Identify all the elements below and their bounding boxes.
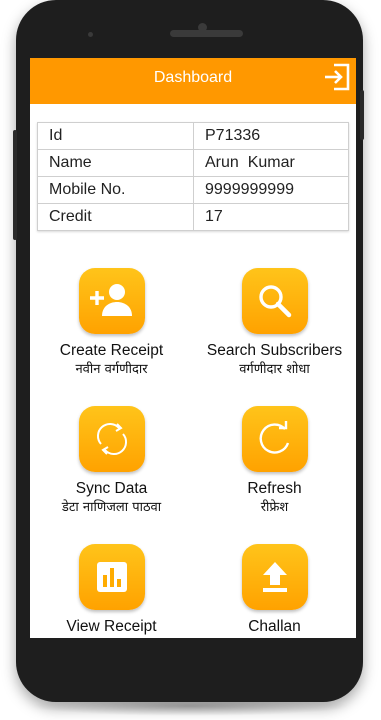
speaker-grille [170,30,243,37]
credit-value: 17 [193,203,349,231]
table-row: Mobile No. 9999999999 [37,176,349,204]
table-row: Name Arun Kumar [37,149,349,177]
challan-label: Challan [248,618,301,635]
app-bar: Dashboard [30,58,356,104]
sync-data-sublabel: डेटा नाणिजला पाठवा [61,500,162,515]
logout-icon[interactable] [322,62,352,92]
challan-tile[interactable] [241,544,308,610]
mobile-value: 9999999999 [193,176,349,204]
create-receipt-button[interactable]: Create Receipt नवीन वर्गणीदार [30,268,193,379]
view-receipt-button[interactable]: View Receipt [30,544,193,636]
bar-chart-icon [96,562,127,592]
id-value: P71336 [193,122,349,150]
mobile-label: Mobile No. [37,176,194,204]
create-receipt-sublabel: नवीन वर्गणीदार [75,362,148,377]
search-subscribers-tile[interactable] [241,268,308,334]
search-subscribers-button[interactable]: Search Subscribers वर्गणीदार शोधा [193,268,356,379]
refresh-button[interactable]: Refresh रीफ्रेश [193,406,356,517]
sensor-dot [88,32,93,37]
refresh-label: Refresh [247,480,302,497]
sync-data-tile[interactable] [78,406,145,472]
view-receipt-label: View Receipt [66,618,157,635]
sync-data-label: Sync Data [75,480,148,497]
name-value: Arun Kumar [193,149,349,177]
side-button-right [360,90,364,140]
refresh-sublabel: रीफ्रेश [260,500,289,515]
refresh-tile[interactable] [241,406,308,472]
refresh-icon [259,421,289,454]
challan-button[interactable]: Challan [193,544,356,636]
upload-icon [262,562,287,592]
side-button-left [13,130,17,240]
create-receipt-label: Create Receipt [59,342,164,359]
sync-icon [96,422,127,456]
id-label: Id [37,122,194,150]
add-person-icon [89,284,132,316]
table-row: Id P71336 [37,122,349,150]
search-icon [258,285,291,318]
create-receipt-tile[interactable] [78,268,145,334]
profile-table: Id P71336 Name Arun Kumar Mobile No. 999… [37,122,349,231]
search-subscribers-label: Search Subscribers [206,342,343,359]
search-subscribers-sublabel: वर्गणीदार शोधा [239,362,310,377]
credit-label: Credit [37,203,194,231]
name-label: Name [37,149,194,177]
app-screen: Dashboard Id P71336 Name Arun Kumar Mobi… [30,58,356,638]
table-row: Credit 17 [37,203,349,231]
page-title: Dashboard [153,69,233,86]
sync-data-button[interactable]: Sync Data डेटा नाणिजला पाठवा [30,406,193,517]
view-receipt-tile[interactable] [78,544,145,610]
